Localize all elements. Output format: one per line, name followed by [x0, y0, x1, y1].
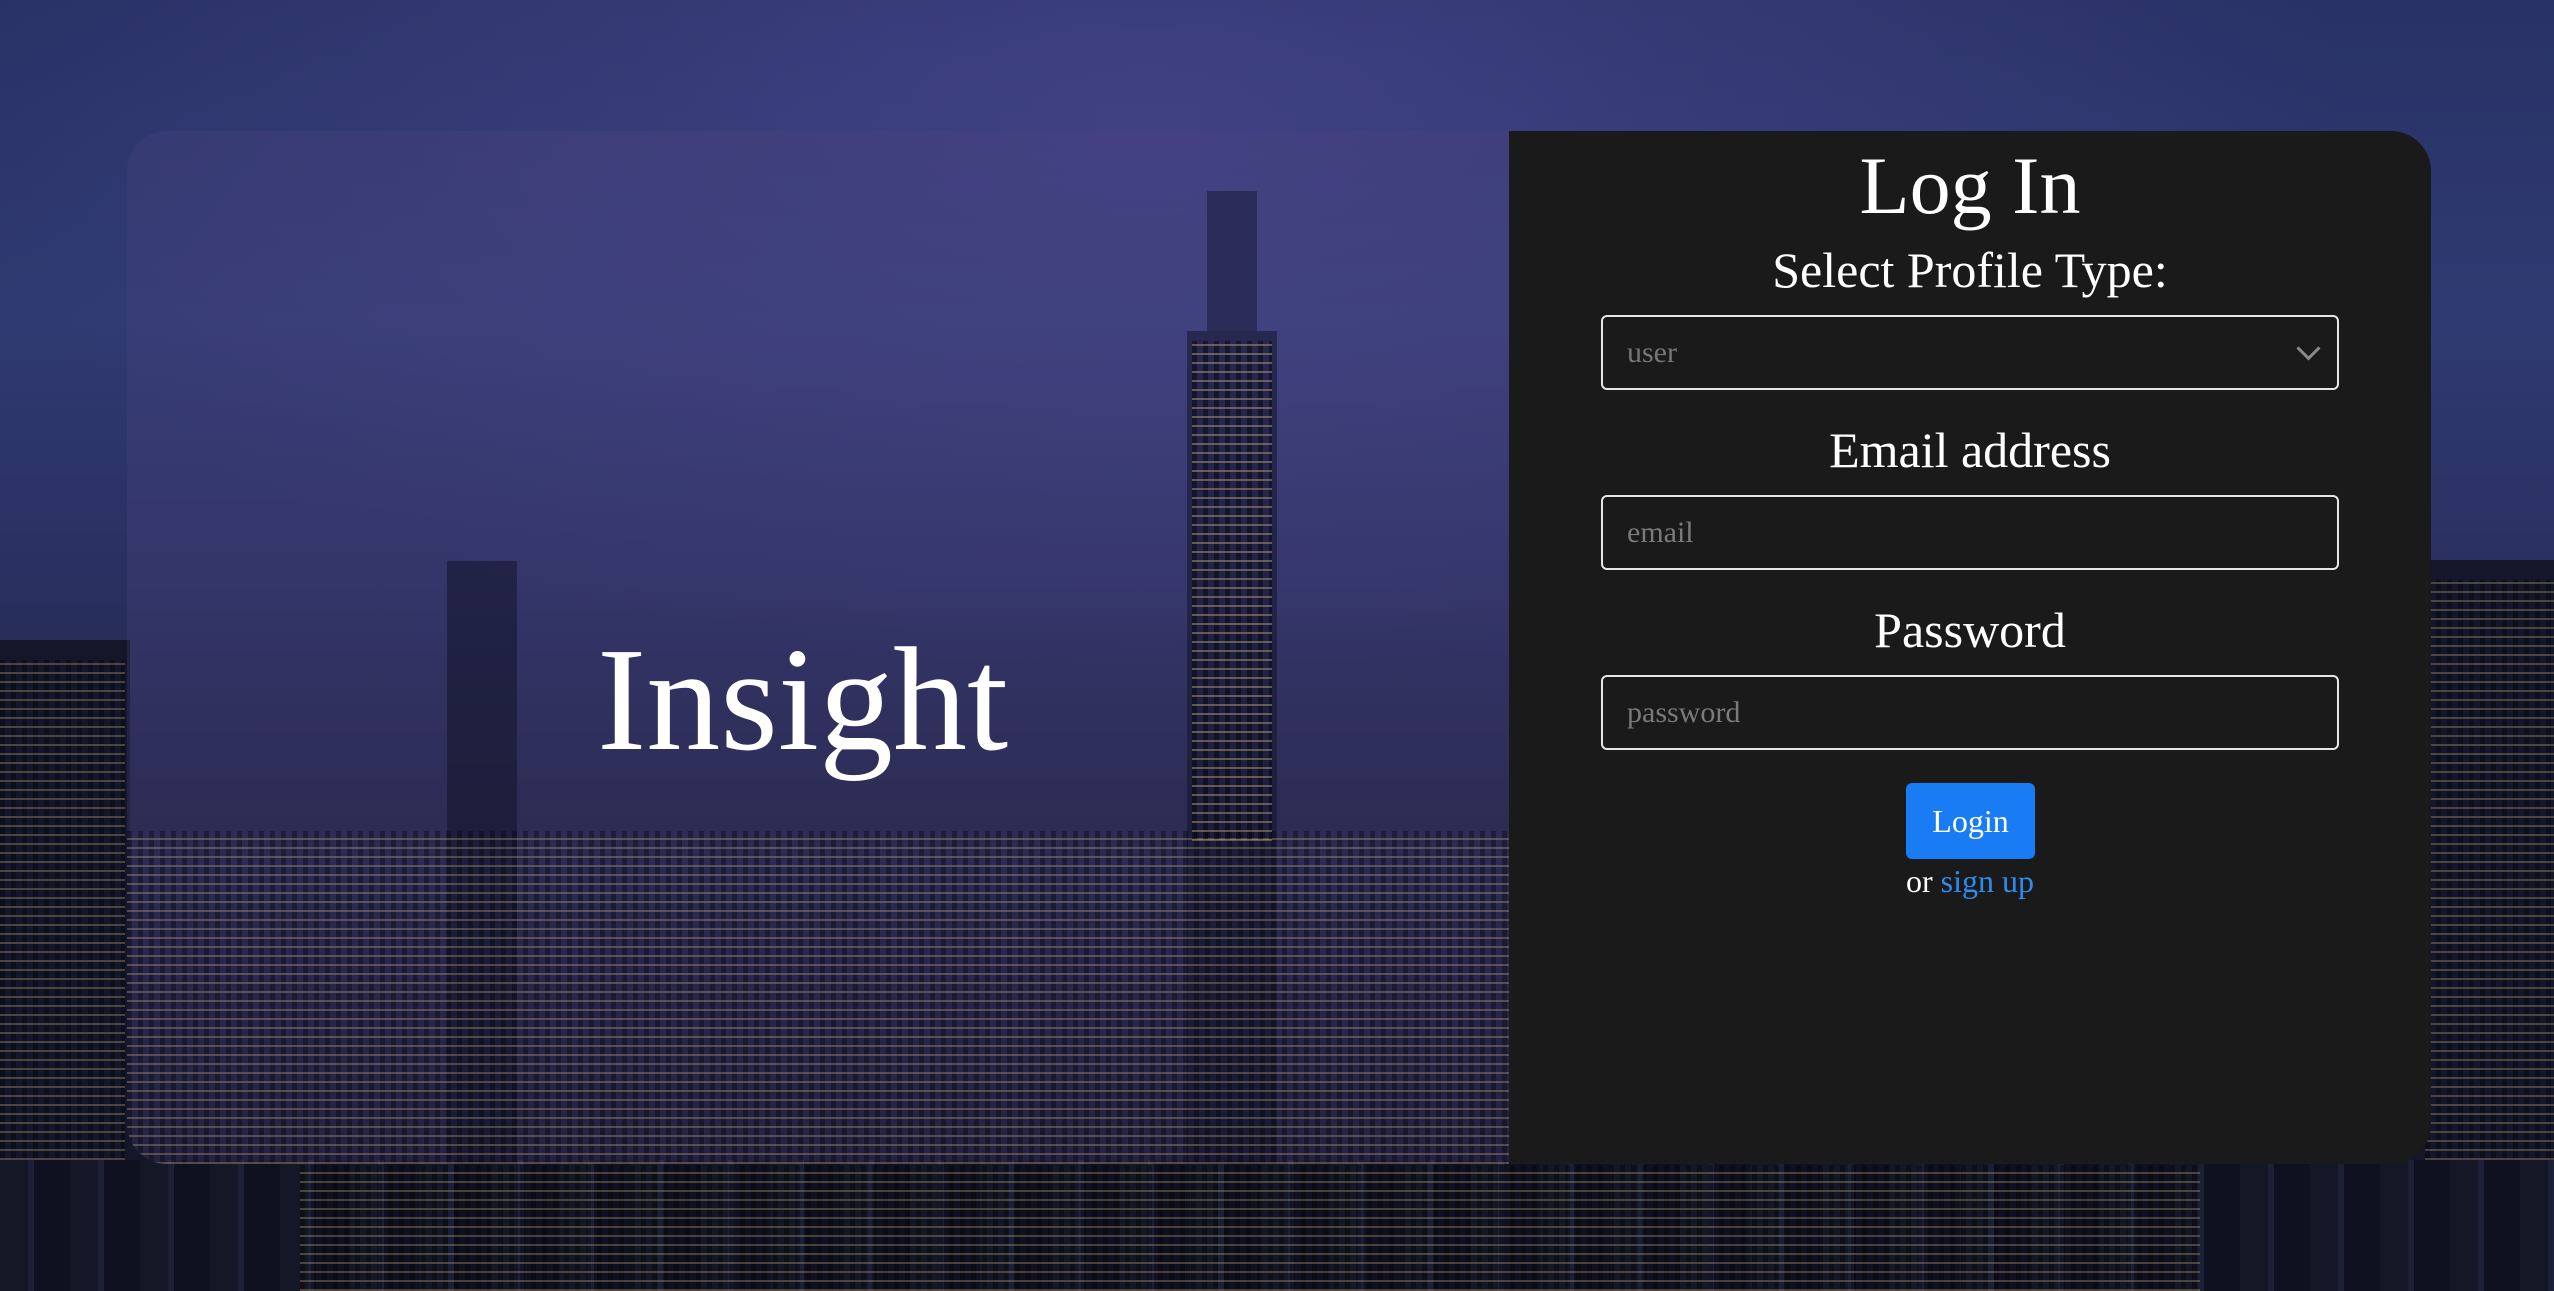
login-card: Insight Log In Select Profile Type: user… [127, 131, 2431, 1164]
building-windows [0, 660, 125, 1160]
building-windows [127, 831, 1509, 1164]
signup-row: or sign up [1509, 859, 2431, 904]
brand-panel: Insight [127, 131, 1509, 1164]
building-windows [2425, 580, 2554, 1160]
login-title: Log In [1859, 140, 2081, 231]
signup-prefix: or [1906, 863, 1933, 899]
chevron-down-icon [2296, 336, 2321, 361]
building-windows [1192, 341, 1272, 841]
email-label: Email address [1829, 422, 2111, 478]
building [1207, 191, 1257, 331]
email-field[interactable] [1601, 495, 2339, 570]
login-panel: Log In Select Profile Type: user Email a… [1509, 131, 2431, 1164]
login-button[interactable]: Login [1906, 783, 2035, 859]
profile-type-value: user [1627, 335, 1677, 369]
password-field[interactable] [1601, 675, 2339, 750]
profile-type-label: Select Profile Type: [1772, 242, 2168, 298]
brand-title: Insight [597, 618, 1009, 782]
building-windows [300, 1165, 2200, 1291]
profile-type-select[interactable]: user [1601, 315, 2339, 390]
password-label: Password [1874, 602, 2066, 658]
signup-link[interactable]: sign up [1941, 863, 2034, 899]
